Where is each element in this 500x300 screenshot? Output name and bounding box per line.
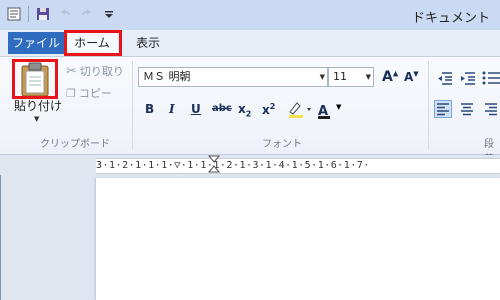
save-icon[interactable] — [35, 6, 51, 22]
copy-icon: ❐ — [66, 86, 76, 100]
cut-button[interactable]: ✂ 切り取り — [66, 63, 124, 79]
document-page[interactable] — [96, 178, 500, 300]
title-bar: ドキュメント — [0, 0, 500, 31]
subscript-button[interactable]: x2 — [238, 102, 251, 118]
grow-font-label: A — [382, 69, 393, 85]
align-left-button[interactable] — [434, 100, 452, 118]
ribbon-tabs: ファイル ホーム 表示 — [0, 30, 500, 57]
font-size-dropdown-icon[interactable]: ▼ — [366, 68, 371, 86]
grow-font-arrow-icon: ▲ — [392, 69, 399, 78]
ruler-area: 3·1·2·1·1·1·▽·1·1·1·2·1·3·1·4·1·5·1·6·1·… — [0, 155, 500, 175]
undo-icon[interactable] — [57, 6, 73, 22]
increase-indent-icon — [461, 72, 475, 85]
clipboard-icon — [21, 62, 49, 97]
tab-view[interactable]: 表示 — [136, 32, 160, 54]
bullet-list-button[interactable] — [482, 69, 500, 87]
quick-access-toolbar — [6, 6, 117, 22]
paste-dropdown-icon[interactable]: ▼ — [34, 115, 39, 123]
decrease-indent-icon — [438, 72, 452, 85]
highlighter-icon — [289, 102, 311, 118]
qat-separator — [28, 6, 29, 22]
subscript-label: x — [238, 102, 246, 116]
increase-indent-button[interactable] — [459, 69, 477, 87]
grow-font-button[interactable]: A▲ — [382, 69, 398, 85]
font-color-swatch — [318, 116, 330, 119]
subscript-mark: 2 — [245, 109, 252, 119]
shrink-font-label: A — [404, 70, 414, 84]
shrink-font-arrow-icon: ▼ — [413, 70, 419, 78]
group-divider — [132, 61, 133, 149]
highlight-color-button[interactable] — [287, 100, 313, 122]
horizontal-ruler[interactable]: 3·1·2·1·1·1·▽·1·1·1·2·1·3·1·4·1·5·1·6·1·… — [96, 158, 500, 174]
bold-button[interactable]: B — [145, 102, 154, 116]
copy-label: コピー — [78, 87, 112, 100]
superscript-mark: 2 — [269, 102, 276, 111]
font-name-dropdown-icon[interactable]: ▼ — [320, 68, 325, 86]
superscript-label: x — [262, 103, 270, 117]
group-divider — [428, 61, 429, 149]
font-color-button[interactable]: A ▼ — [318, 100, 341, 119]
clipboard-group-label: クリップボード — [40, 139, 110, 150]
font-group-label: フォント — [262, 139, 302, 150]
bullet-list-icon — [482, 71, 500, 85]
font-size-combo[interactable]: 11 ▼ — [328, 67, 374, 87]
strikethrough-button[interactable]: abc — [212, 103, 232, 114]
app-icon[interactable] — [6, 6, 22, 22]
italic-button[interactable]: I — [169, 102, 175, 116]
align-left-icon — [437, 103, 449, 116]
copy-button[interactable]: ❐ コピー — [66, 85, 112, 101]
superscript-button[interactable]: x2 — [262, 102, 275, 117]
align-center-icon — [461, 103, 473, 116]
paste-label[interactable]: 貼り付け — [14, 97, 62, 114]
tab-file[interactable]: ファイル — [8, 32, 64, 54]
indent-marker-icon[interactable] — [208, 155, 220, 175]
cut-label: 切り取り — [79, 65, 124, 78]
shrink-font-button[interactable]: A▼ — [404, 70, 419, 84]
tab-home[interactable]: ホーム — [66, 32, 118, 54]
scissors-icon: ✂ — [66, 63, 77, 79]
document-title: ドキュメント — [411, 11, 490, 26]
ribbon-home: 貼り付け ▼ ✂ 切り取り ❐ コピー クリップボード ＭＳ 明朝 ▼ 11 ▼… — [0, 57, 500, 165]
font-size-value: 11 — [333, 70, 347, 83]
font-color-dropdown-icon: ▼ — [336, 103, 342, 111]
font-name-combo[interactable]: ＭＳ 明朝 ▼ — [138, 67, 328, 87]
underline-button[interactable]: U — [191, 102, 201, 116]
customize-qat-icon[interactable] — [101, 6, 117, 22]
decrease-indent-button[interactable] — [436, 69, 454, 87]
font-name-value: ＭＳ 明朝 — [143, 70, 191, 83]
align-center-button[interactable] — [459, 101, 477, 119]
redo-icon[interactable] — [79, 6, 95, 22]
align-right-button[interactable] — [483, 101, 500, 119]
align-right-icon — [485, 103, 497, 116]
